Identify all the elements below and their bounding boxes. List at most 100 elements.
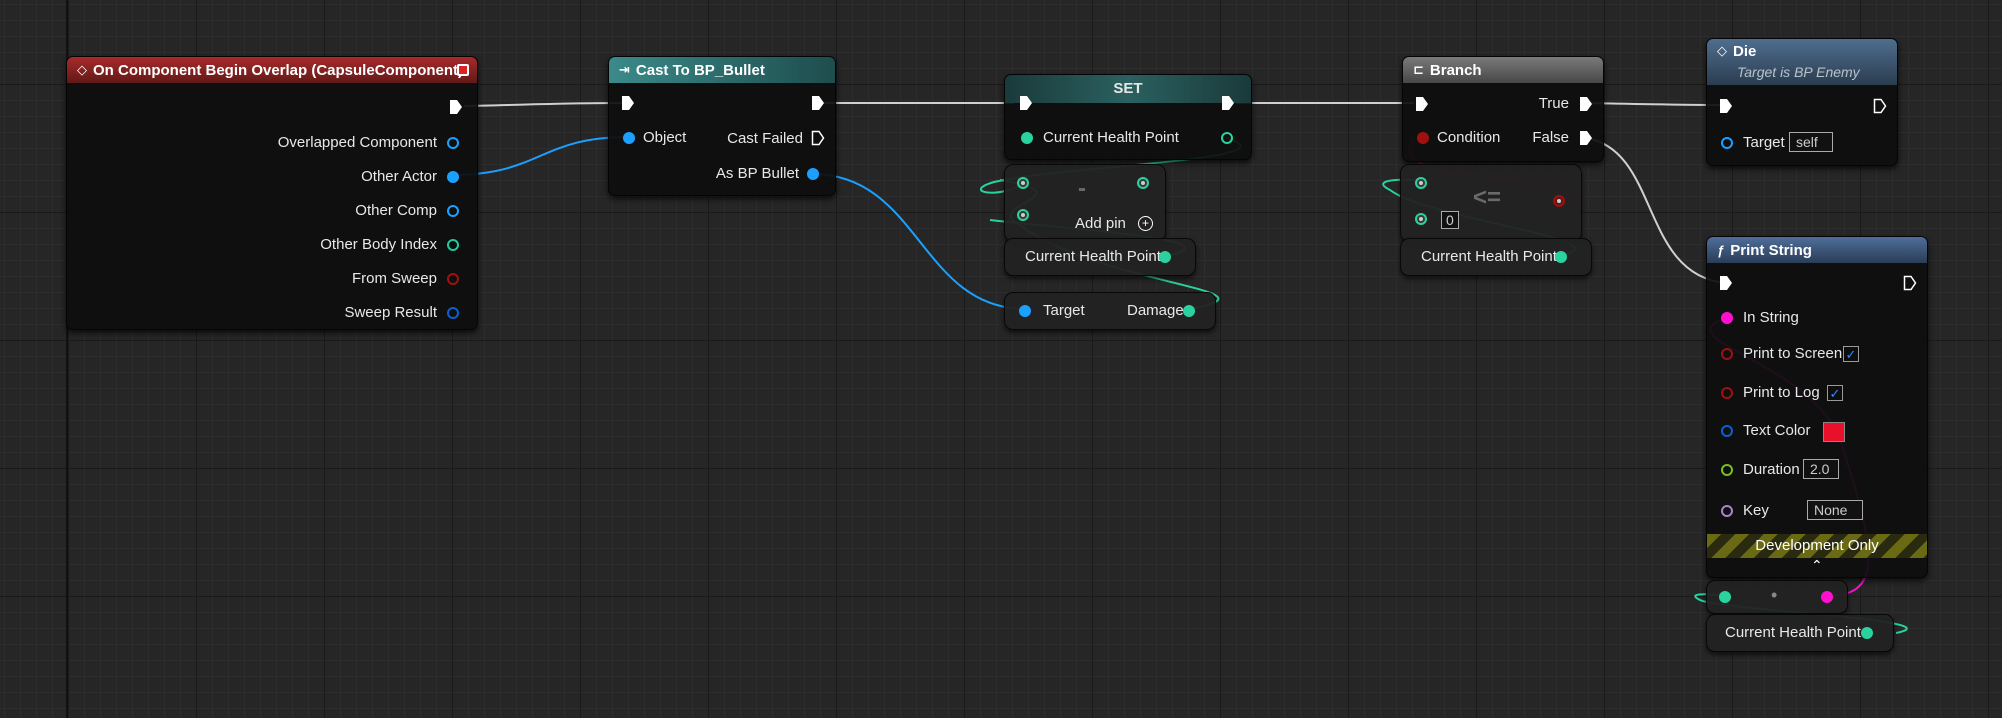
sweep-result-pin[interactable] xyxy=(447,307,459,319)
subtract-symbol: - xyxy=(1078,175,1086,202)
get-current-health-node-1[interactable]: Current Health Point xyxy=(1004,238,1196,276)
get-hp-3-output-pin[interactable] xyxy=(1861,627,1873,639)
pin-label-from-sweep: From Sweep xyxy=(351,270,437,287)
compare-input-b-pin[interactable] xyxy=(1415,213,1427,225)
duration-input[interactable]: 2.0 xyxy=(1803,459,1839,479)
print-to-log-pin[interactable] xyxy=(1721,387,1733,399)
key-pin[interactable] xyxy=(1721,505,1733,517)
get-current-health-node-3[interactable]: Current Health Point xyxy=(1706,614,1894,652)
other-actor-pin[interactable] xyxy=(447,171,459,183)
pin-label-other-comp: Other Comp xyxy=(355,202,437,219)
other-comp-pin[interactable] xyxy=(447,205,459,217)
branch-false-exec-pin[interactable] xyxy=(1579,130,1593,146)
cast-node-header[interactable]: ⇥ Cast To BP_Bullet xyxy=(609,57,835,83)
subtract-input-b-pin[interactable] xyxy=(1017,209,1029,221)
die-exec-in-pin[interactable] xyxy=(1719,98,1733,114)
event-node-title: On Component Begin Overlap (CapsuleCompo… xyxy=(93,61,464,79)
conv-output-pin[interactable] xyxy=(1821,591,1833,603)
branch-true-exec-pin[interactable] xyxy=(1579,96,1593,112)
cast-exec-in-pin[interactable] xyxy=(621,95,635,111)
development-only-banner: Development Only xyxy=(1707,534,1927,558)
cast-failed-exec-pin[interactable] xyxy=(811,130,825,146)
get-damage-node[interactable]: Target Damage xyxy=(1004,292,1216,330)
key-input[interactable]: None xyxy=(1807,500,1863,520)
object-wire-actor-object xyxy=(451,136,629,176)
cast-exec-out-pin[interactable] xyxy=(811,95,825,111)
event-node-header[interactable]: ◇ On Component Begin Overlap (CapsuleCom… xyxy=(67,57,477,83)
compare-value-input[interactable]: 0 xyxy=(1441,211,1459,229)
print-string-node[interactable]: ƒ Print String In String Print to Screen… xyxy=(1706,236,1928,578)
event-delegate-icon[interactable] xyxy=(457,64,469,76)
set-exec-in-pin[interactable] xyxy=(1019,95,1033,111)
print-exec-in-pin[interactable] xyxy=(1719,275,1733,291)
get-hp-2-label: Current Health Point xyxy=(1421,248,1557,265)
event-diamond-icon: ◇ xyxy=(77,62,87,77)
damage-output-pin[interactable] xyxy=(1183,305,1195,317)
die-node-subtitle: Target is BP Enemy xyxy=(1737,64,1860,80)
subtract-node[interactable]: - Add pin + xyxy=(1004,164,1166,242)
overlapped-component-pin[interactable] xyxy=(447,137,459,149)
collapse-chevron-up-icon[interactable]: ⌃ xyxy=(1811,557,1823,574)
print-node-header[interactable]: ƒ Print String xyxy=(1707,237,1927,263)
damage-target-label: Target xyxy=(1043,302,1085,319)
print-to-log-label: Print to Log xyxy=(1743,384,1820,401)
die-target-input[interactable]: self xyxy=(1789,132,1833,152)
event-exec-out-pin[interactable] xyxy=(449,99,463,115)
conv-input-pin[interactable] xyxy=(1719,591,1731,603)
text-color-label: Text Color xyxy=(1743,422,1811,439)
branch-exec-in-pin[interactable] xyxy=(1415,96,1429,112)
die-node[interactable]: ◇ Die Target is BP Enemy Target self xyxy=(1706,38,1898,166)
duration-pin[interactable] xyxy=(1721,464,1733,476)
add-pin-plus-icon[interactable]: + xyxy=(1138,216,1153,231)
print-exec-out-pin[interactable] xyxy=(1903,275,1917,291)
event-node-begin-overlap[interactable]: ◇ On Component Begin Overlap (CapsuleCom… xyxy=(66,56,478,330)
exec-wire-false-print xyxy=(1585,137,1727,284)
set-exec-out-pin[interactable] xyxy=(1221,95,1235,111)
set-current-health-node[interactable]: SET Current Health Point xyxy=(1004,74,1252,160)
less-equal-symbol: <= xyxy=(1473,184,1502,211)
function-icon: ƒ xyxy=(1717,242,1725,258)
cast-node-title: Cast To BP_Bullet xyxy=(635,61,765,79)
cast-to-bp-bullet-node[interactable]: ⇥ Cast To BP_Bullet Object Cast Failed A… xyxy=(608,56,836,196)
pin-label-other-body-index: Other Body Index xyxy=(320,236,437,253)
set-value-in-pin[interactable] xyxy=(1021,132,1033,144)
subtract-output-pin[interactable] xyxy=(1137,177,1149,189)
cast-object-pin[interactable] xyxy=(623,132,635,144)
compare-output-pin[interactable] xyxy=(1553,195,1565,207)
compare-input-a-pin[interactable] xyxy=(1415,177,1427,189)
print-to-screen-pin[interactable] xyxy=(1721,348,1733,360)
cast-object-label: Object xyxy=(643,129,687,146)
from-sweep-pin[interactable] xyxy=(447,273,459,285)
add-pin-label[interactable]: Add pin xyxy=(1075,215,1126,233)
branch-node-header[interactable]: ⊏ Branch xyxy=(1403,57,1603,83)
subtract-input-a-pin[interactable] xyxy=(1017,177,1029,189)
print-to-log-checkbox[interactable]: ✓ xyxy=(1827,385,1843,401)
cast-failed-label: Cast Failed xyxy=(727,130,803,147)
other-body-index-pin[interactable] xyxy=(447,239,459,251)
damage-target-pin[interactable] xyxy=(1019,305,1031,317)
less-equal-node[interactable]: <= 0 xyxy=(1400,164,1582,242)
print-to-screen-checkbox[interactable]: ✓ xyxy=(1843,346,1859,362)
as-bp-bullet-pin[interactable] xyxy=(807,168,819,180)
branch-condition-pin[interactable] xyxy=(1417,132,1429,144)
float-to-string-conv-node[interactable]: • xyxy=(1706,580,1848,614)
get-hp-1-output-pin[interactable] xyxy=(1159,251,1171,263)
branch-icon: ⊏ xyxy=(1413,62,1424,77)
die-exec-out-pin[interactable] xyxy=(1873,98,1887,114)
pin-label-overlapped-component: Overlapped Component xyxy=(277,134,437,151)
print-node-title: Print String xyxy=(1730,241,1812,259)
get-hp-2-output-pin[interactable] xyxy=(1555,251,1567,263)
set-node-header[interactable]: SET xyxy=(1005,75,1251,103)
text-color-pin[interactable] xyxy=(1721,425,1733,437)
text-color-swatch[interactable] xyxy=(1823,422,1845,442)
branch-node[interactable]: ⊏ Branch True Condition False xyxy=(1402,56,1604,162)
get-hp-3-label: Current Health Point xyxy=(1725,624,1861,641)
in-string-pin[interactable] xyxy=(1721,312,1733,324)
branch-false-label: False xyxy=(1532,129,1569,146)
duration-label: Duration xyxy=(1743,461,1800,478)
get-current-health-node-2[interactable]: Current Health Point xyxy=(1400,238,1592,276)
object-wire-bullet-target xyxy=(811,173,1027,310)
get-hp-1-label: Current Health Point xyxy=(1025,248,1161,265)
set-value-out-pin[interactable] xyxy=(1221,132,1233,144)
die-target-pin[interactable] xyxy=(1721,137,1733,149)
